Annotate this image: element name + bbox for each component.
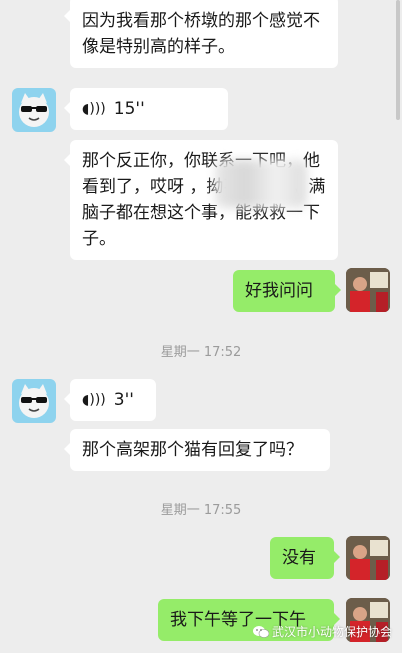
wechat-icon bbox=[252, 625, 269, 638]
avatar[interactable] bbox=[346, 536, 390, 580]
message-text: 没有 bbox=[282, 548, 316, 568]
voice-message[interactable]: ◖))) 15'' bbox=[64, 88, 228, 130]
outgoing-message[interactable]: 没有 bbox=[270, 537, 340, 579]
avatar[interactable] bbox=[12, 379, 56, 423]
outgoing-message[interactable]: 好我问问 bbox=[233, 270, 341, 312]
timestamp: 星期一 17:52 bbox=[160, 345, 242, 360]
avatar[interactable] bbox=[346, 268, 390, 312]
scrollbar[interactable] bbox=[396, 0, 400, 120]
voice-wave-icon: ◖))) bbox=[82, 392, 106, 408]
voice-wave-icon: ◖))) bbox=[82, 101, 106, 117]
voice-message[interactable]: ◖))) 3'' bbox=[64, 379, 156, 421]
person-photo-avatar-icon bbox=[346, 536, 390, 580]
watermark-text: 武汉市小动物保护协会 bbox=[271, 625, 392, 639]
message-text: 那个高架那个猫有回复了吗？ bbox=[82, 440, 303, 460]
voice-duration: 15'' bbox=[113, 99, 145, 119]
incoming-message[interactable]: 那个高架那个猫有回复了吗？ bbox=[64, 429, 330, 471]
person-photo-avatar-icon bbox=[346, 268, 390, 312]
message-text: 好我问问 bbox=[245, 281, 313, 301]
watermark: 武汉市小动物保护协会 bbox=[252, 623, 392, 640]
blurred-redaction bbox=[215, 160, 307, 208]
incoming-message[interactable]: 因为我看那个桥墩的那个感觉不像是特别高的样子。 bbox=[64, 0, 338, 68]
message-text: 因为我看那个桥墩的那个感觉不像是特别高的样子。 bbox=[82, 11, 320, 57]
avatar[interactable] bbox=[12, 88, 56, 132]
cat-sunglasses-avatar-icon bbox=[19, 93, 49, 127]
voice-duration: 3'' bbox=[113, 390, 134, 410]
cat-sunglasses-avatar-icon bbox=[19, 384, 49, 418]
timestamp: 星期一 17:55 bbox=[160, 503, 242, 518]
